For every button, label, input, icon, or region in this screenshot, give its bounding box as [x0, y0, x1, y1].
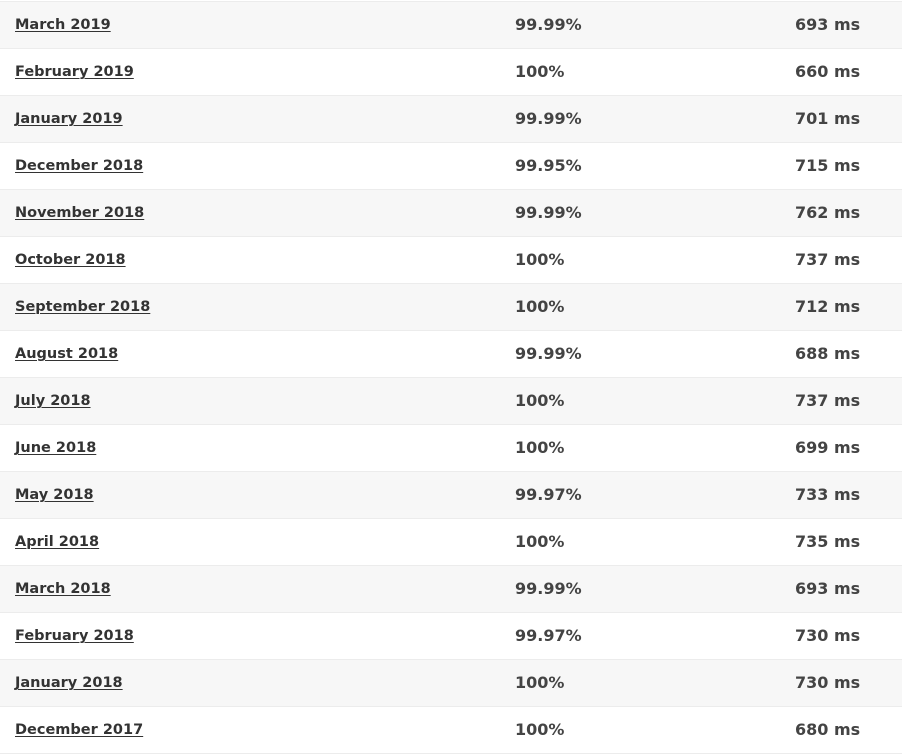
response-time-value: 762 ms — [795, 203, 861, 222]
table-row: December 2018 99.95% 715 ms — [0, 143, 902, 190]
response-time-value: 715 ms — [795, 156, 861, 175]
response-time-value: 701 ms — [795, 109, 861, 128]
month-link[interactable]: March 2019 — [15, 2, 111, 48]
response-time-value: 688 ms — [795, 344, 861, 363]
uptime-value: 100% — [515, 673, 565, 692]
month-link[interactable]: October 2018 — [15, 237, 126, 283]
uptime-value: 99.99% — [515, 15, 582, 34]
uptime-value: 99.95% — [515, 156, 582, 175]
month-link[interactable]: January 2019 — [15, 96, 123, 142]
month-link[interactable]: March 2018 — [15, 566, 111, 612]
response-time-value: 693 ms — [795, 15, 861, 34]
table-row: May 2018 99.97% 733 ms — [0, 472, 902, 519]
response-time-value: 735 ms — [795, 532, 861, 551]
month-link[interactable]: July 2018 — [15, 378, 91, 424]
month-link[interactable]: May 2018 — [15, 472, 94, 518]
response-time-value: 712 ms — [795, 297, 861, 316]
uptime-history-table: March 2019 99.99% 693 ms February 2019 100% 6… — [0, 1, 902, 754]
month-link[interactable]: February 2019 — [15, 49, 134, 95]
uptime-value: 99.97% — [515, 626, 582, 645]
uptime-value: 100% — [515, 62, 565, 81]
uptime-value: 99.99% — [515, 579, 582, 598]
month-link[interactable]: November 2018 — [15, 190, 144, 236]
table-row: November 2018 99.99% 762 ms — [0, 190, 902, 237]
uptime-value: 100% — [515, 532, 565, 551]
uptime-value: 100% — [515, 250, 565, 269]
response-time-value: 730 ms — [795, 626, 861, 645]
month-link[interactable]: December 2017 — [15, 707, 143, 753]
uptime-value: 99.99% — [515, 203, 582, 222]
table-row: January 2019 99.99% 701 ms — [0, 96, 902, 143]
table-row: February 2019 100% 660 ms — [0, 49, 902, 96]
table-row: August 2018 99.99% 688 ms — [0, 331, 902, 378]
response-time-value: 737 ms — [795, 250, 861, 269]
table-row: September 2018 100% 712 ms — [0, 284, 902, 331]
table-row: July 2018 100% 737 ms — [0, 378, 902, 425]
month-link[interactable]: December 2018 — [15, 143, 143, 189]
response-time-value: 680 ms — [795, 720, 861, 739]
month-link[interactable]: June 2018 — [15, 425, 96, 471]
month-link[interactable]: August 2018 — [15, 331, 118, 377]
uptime-value: 100% — [515, 391, 565, 410]
table-row: December 2017 100% 680 ms — [0, 707, 902, 754]
response-time-value: 699 ms — [795, 438, 861, 457]
uptime-value: 99.99% — [515, 109, 582, 128]
month-link[interactable]: April 2018 — [15, 519, 99, 565]
uptime-value: 100% — [515, 438, 565, 457]
month-link[interactable]: September 2018 — [15, 284, 150, 330]
response-time-value: 730 ms — [795, 673, 861, 692]
uptime-value: 100% — [515, 297, 565, 316]
response-time-value: 693 ms — [795, 579, 861, 598]
table-row: June 2018 100% 699 ms — [0, 425, 902, 472]
table-row: March 2018 99.99% 693 ms — [0, 566, 902, 613]
table-row: March 2019 99.99% 693 ms — [0, 2, 902, 49]
table-row: February 2018 99.97% 730 ms — [0, 613, 902, 660]
table-row: October 2018 100% 737 ms — [0, 237, 902, 284]
response-time-value: 733 ms — [795, 485, 861, 504]
response-time-value: 660 ms — [795, 62, 861, 81]
response-time-value: 737 ms — [795, 391, 861, 410]
uptime-value: 99.97% — [515, 485, 582, 504]
uptime-value: 99.99% — [515, 344, 582, 363]
month-link[interactable]: February 2018 — [15, 613, 134, 659]
month-link[interactable]: January 2018 — [15, 660, 123, 706]
table-row: April 2018 100% 735 ms — [0, 519, 902, 566]
uptime-value: 100% — [515, 720, 565, 739]
table-row: January 2018 100% 730 ms — [0, 660, 902, 707]
